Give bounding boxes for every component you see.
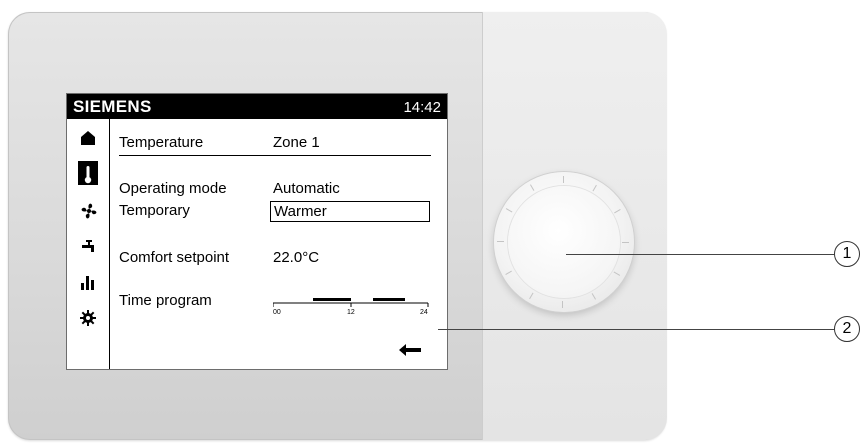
knob-tick [622, 242, 629, 243]
comfort-setpoint-label: Comfort setpoint [119, 249, 230, 266]
tick-label-12: 12 [347, 309, 355, 316]
side-menu [67, 119, 110, 369]
menu-item-home[interactable] [67, 121, 109, 157]
bar-chart-icon [81, 276, 94, 290]
temporary-label: Temporary [119, 202, 190, 219]
knob-tick [505, 270, 512, 275]
back-arrow-icon[interactable] [399, 344, 421, 356]
rotary-knob[interactable] [494, 172, 634, 312]
header-separator [119, 155, 431, 156]
fan-icon [81, 203, 97, 219]
knob-tick [562, 301, 563, 308]
operating-mode-label: Operating mode [119, 180, 227, 197]
knob-tick [530, 184, 535, 191]
clock-display: 14:42 [403, 99, 441, 116]
callout-line-1 [566, 254, 834, 255]
knob-tick [529, 292, 534, 300]
temporary-selection[interactable]: Warmer [270, 201, 430, 222]
knob-face [508, 186, 620, 298]
operating-mode-value[interactable]: Automatic [273, 180, 340, 197]
menu-item-hot-water[interactable] [67, 229, 109, 265]
brand-logo: SIEMENS [73, 97, 152, 116]
tick-label-0: 00 [273, 309, 281, 316]
gear-icon [80, 310, 96, 326]
menu-item-settings[interactable] [67, 301, 109, 337]
comfort-setpoint-value[interactable]: 22.0°C [273, 249, 319, 266]
knob-tick [591, 293, 596, 300]
screen-header: SIEMENS 14:42 [67, 94, 447, 119]
knob-tick [497, 241, 504, 242]
callout-1: 1 [834, 241, 860, 267]
callout-2: 2 [834, 316, 860, 342]
faucet-icon [82, 240, 94, 252]
knob-tick [592, 184, 597, 192]
knob-tick [614, 209, 621, 214]
comfort-period-2 [373, 298, 405, 301]
menu-item-statistics[interactable] [67, 265, 109, 301]
time-program-bar[interactable]: 00 12 24 [273, 294, 429, 316]
temperature-label: Temperature [119, 134, 204, 151]
thermometer-icon [84, 166, 92, 184]
knob-tick [563, 176, 564, 183]
display-screen: SIEMENS 14:42 Temperature Zone 1 Operati… [66, 93, 448, 370]
callout-line-2 [438, 329, 834, 330]
comfort-period-1 [313, 298, 351, 301]
zone-value: Zone 1 [273, 134, 320, 151]
knob-tick [505, 208, 513, 213]
knob-tick [613, 271, 621, 276]
menu-item-temperature[interactable] [67, 157, 109, 193]
temporary-value: Warmer [274, 203, 327, 220]
menu-item-ventilation[interactable] [67, 193, 109, 229]
tick-label-24: 24 [420, 309, 428, 316]
time-program-label: Time program [119, 292, 212, 309]
home-icon [81, 131, 95, 145]
